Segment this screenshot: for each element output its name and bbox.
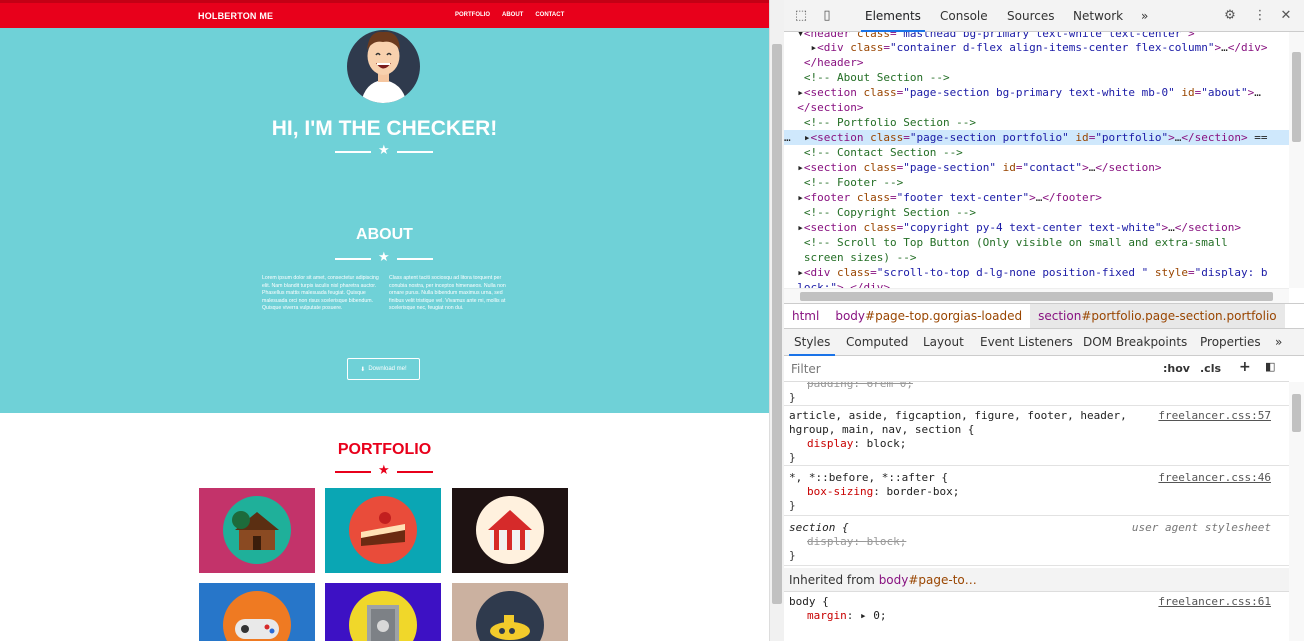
more-subtabs-icon[interactable]: » (1275, 335, 1282, 349)
tab-layout[interactable]: Layout (923, 335, 964, 349)
cabin-icon (223, 496, 291, 564)
ua-stylesheet-label: user agent stylesheet (1131, 521, 1271, 534)
tab-elements[interactable]: Elements (861, 9, 925, 32)
style-rule-box-sizing: freelancer.css:46 *, *::before, *::after… (784, 468, 1289, 516)
about-text-right: Class aptent taciti sociosqu ad litora t… (389, 275, 506, 311)
safe-icon (349, 591, 417, 641)
portfolio-item-cake[interactable] (325, 488, 441, 573)
submarine-icon (476, 591, 544, 641)
tab-properties[interactable]: Properties (1200, 335, 1261, 349)
nav-link-about[interactable]: ABOUT (502, 12, 523, 18)
source-link[interactable]: freelancer.css:61 (1158, 595, 1271, 609)
star-icon: ★ (378, 463, 390, 478)
game-icon (223, 591, 291, 641)
nav-links: PORTFOLIO ABOUT CONTACT (455, 12, 564, 18)
nav-link-portfolio[interactable]: PORTFOLIO (455, 12, 490, 18)
tab-styles[interactable]: Styles (788, 335, 836, 356)
devtools-panel: ⬚ ▯ Elements Console Sources Network » ⚙… (784, 0, 1304, 641)
elements-tree[interactable]: ▾<header class="masthead bg-primary text… (784, 32, 1289, 288)
portfolio-item-cabin[interactable] (199, 488, 315, 573)
styles-subtabs: Styles Computed Layout Event Listeners D… (784, 329, 1304, 356)
style-rule-display-block: freelancer.css:57 article, aside, figcap… (784, 406, 1289, 466)
inspect-element-icon[interactable]: ⬚ (793, 8, 809, 24)
selected-node-portfolio[interactable]: … ▸<section class="page-section portfoli… (784, 130, 1289, 145)
devtools-toolbar: ⬚ ▯ Elements Console Sources Network » ⚙… (784, 0, 1304, 32)
styles-scrollbar[interactable] (1289, 382, 1304, 641)
masthead: HI, I'M THE CHECKER! ★ ABOUT ★ Lorem ips… (0, 28, 769, 413)
elements-vertical-scrollbar[interactable] (1289, 32, 1304, 288)
breadcrumb-section[interactable]: section#portfolio.page-section.portfolio (1030, 304, 1285, 328)
circus-icon (476, 496, 544, 564)
breadcrumb: html body#page-top.gorgias-loaded sectio… (784, 303, 1304, 329)
elements-horizontal-scrollbar[interactable] (784, 288, 1289, 303)
style-rule-partial: padding: 6rem 0; } (784, 382, 1289, 406)
website-viewport: HOLBERTON ME PORTFOLIO ABOUT CONTACT HI,… (0, 0, 769, 641)
portfolio-item-circus[interactable] (452, 488, 568, 573)
breadcrumb-body[interactable]: body#page-top.gorgias-loaded (827, 304, 1030, 328)
top-navbar: HOLBERTON ME PORTFOLIO ABOUT CONTACT (0, 0, 769, 28)
class-toggle[interactable]: .cls (1200, 362, 1221, 375)
star-icon: ★ (378, 250, 390, 265)
inherited-from-header: Inherited from body#page-to… (784, 568, 1289, 592)
portfolio-divider: ★ (335, 463, 433, 478)
tab-dom-breakpoints[interactable]: DOM Breakpoints (1083, 335, 1187, 349)
toggle-sidebar-icon[interactable]: ◧ (1265, 360, 1275, 373)
source-link[interactable]: freelancer.css:57 (1158, 409, 1271, 423)
nav-link-contact[interactable]: CONTACT (535, 12, 564, 18)
hero-divider: ★ (335, 143, 433, 158)
tab-network[interactable]: Network (1073, 9, 1123, 23)
hero-title: HI, I'M THE CHECKER! (271, 117, 498, 140)
hover-state-toggle[interactable]: :hov (1163, 362, 1190, 375)
device-toolbar-icon[interactable]: ▯ (819, 8, 835, 24)
new-rule-icon[interactable]: + (1239, 359, 1251, 375)
tab-sources[interactable]: Sources (1007, 9, 1054, 23)
download-icon: ⬇ (360, 366, 366, 373)
style-rule-user-agent: user agent stylesheet section { display:… (784, 518, 1289, 566)
page-scrollbar[interactable] (769, 0, 784, 641)
tab-computed[interactable]: Computed (846, 335, 908, 349)
styles-filter-bar: :hov .cls + ◧ (784, 356, 1289, 382)
about-divider: ★ (335, 250, 433, 265)
download-label: Download me! (368, 366, 407, 372)
cake-icon (349, 496, 417, 564)
tab-console[interactable]: Console (940, 9, 988, 23)
portfolio-item-submarine[interactable] (452, 583, 568, 641)
styles-filter-input[interactable] (788, 359, 1154, 379)
brand-link[interactable]: HOLBERTON ME (198, 11, 273, 21)
kebab-menu-icon[interactable]: ⋮ (1252, 8, 1268, 24)
download-button[interactable]: ⬇ Download me! (347, 358, 420, 380)
source-link[interactable]: freelancer.css:46 (1158, 471, 1271, 485)
breadcrumb-html[interactable]: html (784, 304, 827, 328)
styles-pane[interactable]: padding: 6rem 0; } freelancer.css:57 art… (784, 382, 1289, 641)
style-rule-body: freelancer.css:61 body { margin: ▸ 0; (789, 595, 1271, 622)
portfolio-item-game[interactable] (199, 583, 315, 641)
star-icon: ★ (378, 143, 390, 158)
more-tabs-icon[interactable]: » (1141, 9, 1148, 23)
gear-icon[interactable]: ⚙ (1222, 8, 1238, 24)
about-title: ABOUT (356, 226, 413, 243)
tab-event-listeners[interactable]: Event Listeners (980, 335, 1073, 349)
portfolio-title: PORTFOLIO (337, 441, 432, 458)
about-text-left: Lorem ipsum dolor sit amet, consectetur … (262, 275, 379, 311)
close-icon[interactable]: ✕ (1278, 8, 1294, 24)
portfolio-item-safe[interactable] (325, 583, 441, 641)
avatar (347, 30, 420, 103)
